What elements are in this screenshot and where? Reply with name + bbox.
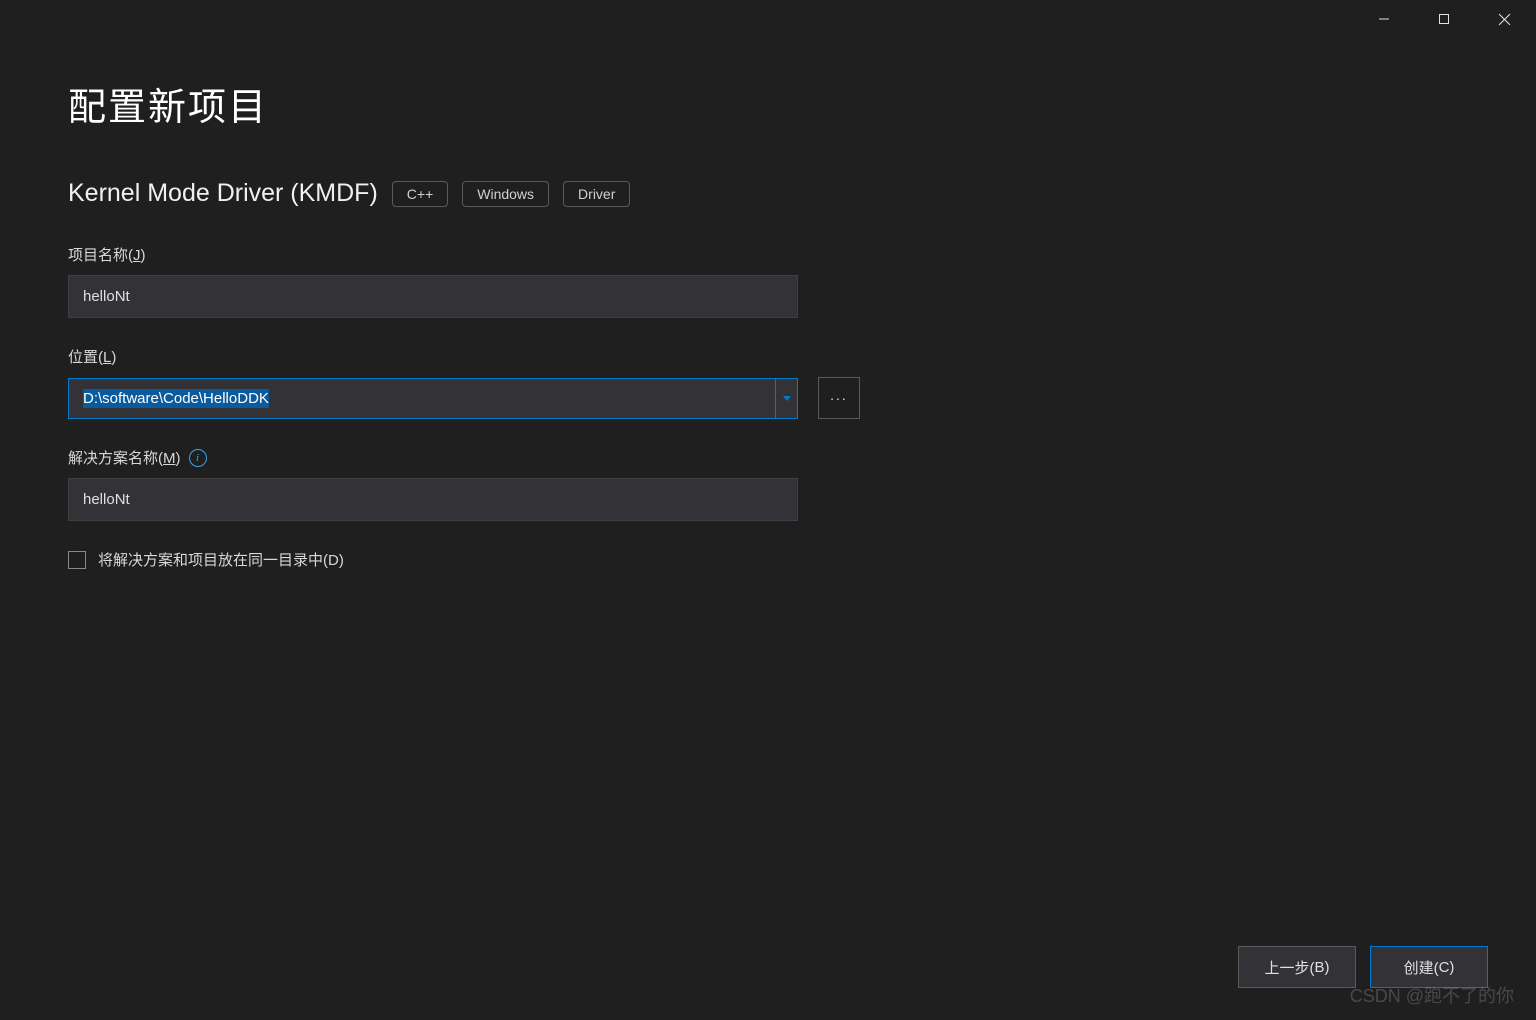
tag-windows: Windows bbox=[462, 181, 549, 207]
template-info: Kernel Mode Driver (KMDF) C++ Windows Dr… bbox=[68, 179, 1468, 208]
same-directory-checkbox[interactable] bbox=[68, 551, 86, 569]
browse-button[interactable]: ... bbox=[818, 377, 860, 419]
minimize-button[interactable] bbox=[1358, 1, 1410, 37]
template-name: Kernel Mode Driver (KMDF) bbox=[68, 179, 378, 208]
solution-name-label: 解决方案名称(M) i bbox=[68, 447, 1468, 468]
same-directory-label: 将解决方案和项目放在同一目录中(D) bbox=[98, 549, 344, 570]
location-label: 位置(L) bbox=[68, 346, 1468, 367]
location-combobox[interactable]: D:\software\Code\HelloDDK bbox=[68, 378, 798, 419]
same-directory-row: 将解决方案和项目放在同一目录中(D) bbox=[68, 549, 1468, 570]
back-button[interactable]: 上一步(B) bbox=[1238, 946, 1356, 988]
tag-cpp: C++ bbox=[392, 181, 448, 207]
solution-name-input[interactable] bbox=[68, 478, 798, 521]
project-name-label: 项目名称(J) bbox=[68, 244, 1468, 265]
project-name-input[interactable] bbox=[68, 275, 798, 318]
location-input[interactable]: D:\software\Code\HelloDDK bbox=[69, 379, 775, 418]
info-icon[interactable]: i bbox=[189, 449, 207, 467]
close-button[interactable] bbox=[1478, 1, 1530, 37]
tag-driver: Driver bbox=[563, 181, 630, 207]
maximize-button[interactable] bbox=[1418, 1, 1470, 37]
page-title: 配置新项目 bbox=[68, 76, 1468, 131]
location-dropdown-arrow[interactable] bbox=[775, 379, 797, 418]
titlebar bbox=[0, 0, 1536, 38]
watermark: CSDN @跑不了的你 bbox=[1350, 982, 1514, 1008]
main-content: 配置新项目 Kernel Mode Driver (KMDF) C++ Wind… bbox=[0, 38, 1536, 570]
